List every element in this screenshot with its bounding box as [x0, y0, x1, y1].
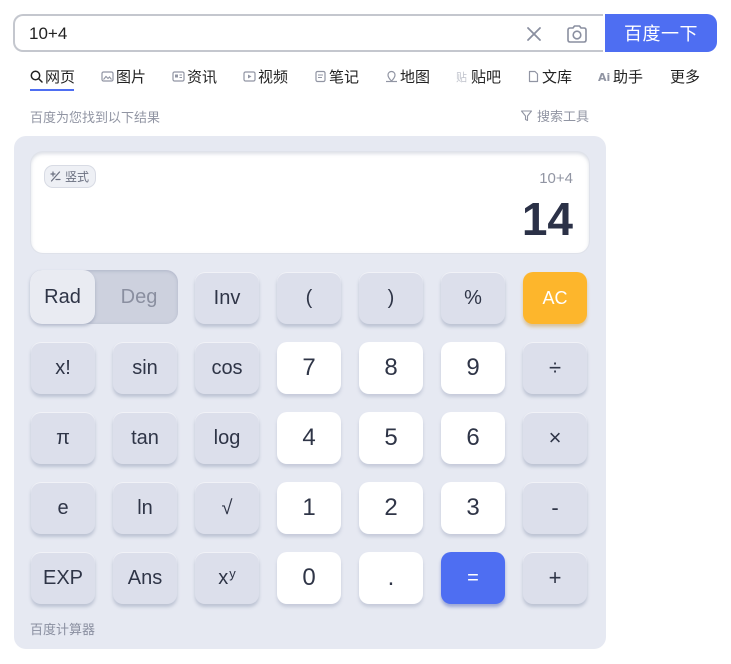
- tab-label: 笔记: [329, 68, 360, 86]
- power-exponent: y: [229, 565, 236, 581]
- vertical-mode-toggle[interactable]: 竖式: [45, 166, 96, 187]
- exp-key[interactable]: EXP: [31, 552, 95, 604]
- factorial-key[interactable]: x!: [31, 342, 95, 394]
- tab-label: 助手: [613, 68, 644, 86]
- tab-video[interactable]: 视频: [243, 66, 288, 86]
- image-icon: [101, 70, 114, 82]
- tab-more[interactable]: 更多: [670, 66, 700, 86]
- cos-key[interactable]: cos: [195, 342, 259, 394]
- tab-tieba[interactable]: 贴 贴吧: [456, 66, 501, 86]
- digit-5-key[interactable]: 5: [359, 412, 423, 464]
- digit-8-key[interactable]: 8: [359, 342, 423, 394]
- tieba-icon: 贴: [456, 70, 467, 83]
- search-tools-label: 搜索工具: [537, 109, 590, 124]
- decimal-point-key[interactable]: .: [359, 552, 423, 604]
- news-icon: [172, 70, 185, 82]
- calculator-footer: 百度计算器: [30, 622, 96, 637]
- tab-label: 贴吧: [471, 68, 502, 86]
- all-clear-key[interactable]: AC: [523, 272, 587, 324]
- e-key[interactable]: e: [31, 482, 95, 534]
- tab-news[interactable]: 资讯: [172, 66, 217, 86]
- expression: 10+4: [539, 170, 573, 187]
- page: 百度一下 网页 图片 资讯 视频 笔记 地图 贴 贴吧: [0, 0, 731, 664]
- divide-key[interactable]: ÷: [523, 342, 587, 394]
- tab-notes[interactable]: 笔记: [314, 66, 359, 86]
- sqrt-key[interactable]: √: [195, 482, 259, 534]
- tab-label: 视频: [258, 68, 289, 86]
- search-tools-button[interactable]: 搜索工具: [520, 106, 589, 125]
- power-key[interactable]: xy: [195, 552, 259, 604]
- result-hint: 百度为您找到以下结果: [30, 110, 161, 125]
- digit-4-key[interactable]: 4: [277, 412, 341, 464]
- tab-label: 资讯: [187, 68, 218, 86]
- digit-1-key[interactable]: 1: [277, 482, 341, 534]
- plus-key[interactable]: +: [523, 552, 587, 604]
- tab-images[interactable]: 图片: [101, 66, 146, 86]
- ln-key[interactable]: ln: [113, 482, 177, 534]
- multiply-key[interactable]: ×: [523, 412, 587, 464]
- tab-label: 网页: [45, 68, 76, 86]
- tab-assistant[interactable]: Ai 助手: [598, 66, 643, 86]
- right-paren-key[interactable]: ): [359, 272, 423, 324]
- search-icon: [30, 70, 43, 83]
- calculator: 竖式 10+4 14 Rad Deg Inv ( ) % AC x! sin c…: [14, 136, 606, 649]
- sin-key[interactable]: sin: [113, 342, 177, 394]
- tab-web[interactable]: 网页: [30, 66, 75, 86]
- svg-text:Ai: Ai: [598, 71, 610, 83]
- ai-icon: Ai: [598, 71, 610, 83]
- digit-9-key[interactable]: 9: [441, 342, 505, 394]
- digit-7-key[interactable]: 7: [277, 342, 341, 394]
- camera-icon[interactable]: [566, 24, 588, 44]
- digit-6-key[interactable]: 6: [441, 412, 505, 464]
- digit-3-key[interactable]: 3: [441, 482, 505, 534]
- tab-map[interactable]: 地图: [385, 66, 430, 86]
- search-input[interactable]: [29, 23, 509, 45]
- deg-button[interactable]: Deg: [100, 270, 178, 324]
- doc-icon: [528, 70, 539, 82]
- minus-key[interactable]: -: [523, 482, 587, 534]
- rad-button[interactable]: Rad: [30, 270, 95, 324]
- left-paren-key[interactable]: (: [277, 272, 341, 324]
- tab-label: 更多: [670, 68, 701, 86]
- tab-label: 图片: [116, 68, 147, 86]
- note-icon: [315, 70, 326, 82]
- plus-minus-icon: [50, 171, 61, 182]
- tab-label: 文库: [542, 68, 573, 86]
- search-box: [13, 14, 603, 52]
- filter-icon: [520, 110, 533, 122]
- clear-icon[interactable]: [524, 24, 544, 44]
- digit-0-key[interactable]: 0: [277, 552, 341, 604]
- video-icon: [243, 70, 256, 82]
- digit-2-key[interactable]: 2: [359, 482, 423, 534]
- search-button[interactable]: 百度一下: [605, 14, 717, 52]
- angle-unit-toggle: Rad Deg: [30, 270, 178, 324]
- ans-key[interactable]: Ans: [113, 552, 177, 604]
- tab-wenku[interactable]: 文库: [527, 66, 572, 86]
- map-icon: [386, 70, 397, 82]
- pi-key[interactable]: π: [31, 412, 95, 464]
- active-tab-underline: [30, 89, 74, 91]
- percent-key[interactable]: %: [441, 272, 505, 324]
- inv-key[interactable]: Inv: [195, 272, 259, 324]
- tan-key[interactable]: tan: [113, 412, 177, 464]
- tab-label: 地图: [400, 68, 431, 86]
- svg-text:贴: 贴: [456, 70, 467, 83]
- log-key[interactable]: log: [195, 412, 259, 464]
- power-base: x: [218, 566, 229, 589]
- equals-key[interactable]: =: [441, 552, 505, 604]
- vertical-mode-label: 竖式: [65, 170, 90, 184]
- result-value: 14: [521, 193, 573, 245]
- calculator-display: 竖式 10+4 14: [31, 152, 589, 253]
